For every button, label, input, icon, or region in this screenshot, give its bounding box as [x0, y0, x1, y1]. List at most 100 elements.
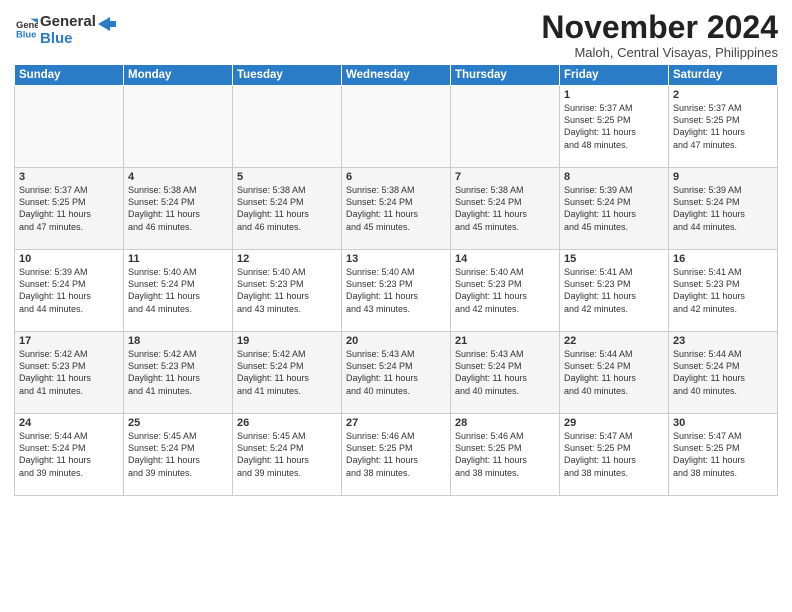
calendar-cell: 13Sunrise: 5:40 AM Sunset: 5:23 PM Dayli…	[342, 250, 451, 332]
calendar-week-5: 24Sunrise: 5:44 AM Sunset: 5:24 PM Dayli…	[15, 414, 778, 496]
calendar-cell	[124, 86, 233, 168]
day-number: 17	[19, 335, 119, 347]
calendar-cell: 11Sunrise: 5:40 AM Sunset: 5:24 PM Dayli…	[124, 250, 233, 332]
day-number: 21	[455, 335, 555, 347]
calendar-cell: 8Sunrise: 5:39 AM Sunset: 5:24 PM Daylig…	[560, 168, 669, 250]
calendar-cell: 2Sunrise: 5:37 AM Sunset: 5:25 PM Daylig…	[669, 86, 778, 168]
col-sunday: Sunday	[15, 65, 124, 86]
day-number: 14	[455, 253, 555, 265]
day-info: Sunrise: 5:38 AM Sunset: 5:24 PM Dayligh…	[128, 184, 228, 233]
calendar-cell: 22Sunrise: 5:44 AM Sunset: 5:24 PM Dayli…	[560, 332, 669, 414]
day-info: Sunrise: 5:38 AM Sunset: 5:24 PM Dayligh…	[346, 184, 446, 233]
location: Maloh, Central Visayas, Philippines	[541, 45, 778, 60]
calendar-cell: 20Sunrise: 5:43 AM Sunset: 5:24 PM Dayli…	[342, 332, 451, 414]
day-info: Sunrise: 5:39 AM Sunset: 5:24 PM Dayligh…	[19, 266, 119, 315]
day-number: 18	[128, 335, 228, 347]
day-info: Sunrise: 5:43 AM Sunset: 5:24 PM Dayligh…	[346, 348, 446, 397]
day-info: Sunrise: 5:42 AM Sunset: 5:24 PM Dayligh…	[237, 348, 337, 397]
day-info: Sunrise: 5:45 AM Sunset: 5:24 PM Dayligh…	[128, 430, 228, 479]
header-row: Sunday Monday Tuesday Wednesday Thursday…	[15, 65, 778, 86]
day-info: Sunrise: 5:44 AM Sunset: 5:24 PM Dayligh…	[19, 430, 119, 479]
day-number: 12	[237, 253, 337, 265]
calendar-cell: 10Sunrise: 5:39 AM Sunset: 5:24 PM Dayli…	[15, 250, 124, 332]
day-info: Sunrise: 5:39 AM Sunset: 5:24 PM Dayligh…	[564, 184, 664, 233]
calendar-cell: 30Sunrise: 5:47 AM Sunset: 5:25 PM Dayli…	[669, 414, 778, 496]
calendar-body: 1Sunrise: 5:37 AM Sunset: 5:25 PM Daylig…	[15, 86, 778, 496]
day-number: 7	[455, 171, 555, 183]
day-info: Sunrise: 5:44 AM Sunset: 5:24 PM Dayligh…	[564, 348, 664, 397]
calendar-cell: 24Sunrise: 5:44 AM Sunset: 5:24 PM Dayli…	[15, 414, 124, 496]
day-info: Sunrise: 5:42 AM Sunset: 5:23 PM Dayligh…	[128, 348, 228, 397]
day-info: Sunrise: 5:38 AM Sunset: 5:24 PM Dayligh…	[237, 184, 337, 233]
month-title: November 2024	[541, 10, 778, 45]
day-info: Sunrise: 5:47 AM Sunset: 5:25 PM Dayligh…	[564, 430, 664, 479]
calendar-header: Sunday Monday Tuesday Wednesday Thursday…	[15, 65, 778, 86]
col-thursday: Thursday	[451, 65, 560, 86]
calendar-cell: 15Sunrise: 5:41 AM Sunset: 5:23 PM Dayli…	[560, 250, 669, 332]
day-number: 9	[673, 171, 773, 183]
calendar-week-2: 3Sunrise: 5:37 AM Sunset: 5:25 PM Daylig…	[15, 168, 778, 250]
calendar-cell	[233, 86, 342, 168]
calendar-cell: 18Sunrise: 5:42 AM Sunset: 5:23 PM Dayli…	[124, 332, 233, 414]
calendar-cell: 6Sunrise: 5:38 AM Sunset: 5:24 PM Daylig…	[342, 168, 451, 250]
calendar-cell: 26Sunrise: 5:45 AM Sunset: 5:24 PM Dayli…	[233, 414, 342, 496]
calendar-cell: 1Sunrise: 5:37 AM Sunset: 5:25 PM Daylig…	[560, 86, 669, 168]
day-info: Sunrise: 5:37 AM Sunset: 5:25 PM Dayligh…	[19, 184, 119, 233]
calendar-cell: 14Sunrise: 5:40 AM Sunset: 5:23 PM Dayli…	[451, 250, 560, 332]
col-tuesday: Tuesday	[233, 65, 342, 86]
calendar-cell: 25Sunrise: 5:45 AM Sunset: 5:24 PM Dayli…	[124, 414, 233, 496]
calendar-cell: 29Sunrise: 5:47 AM Sunset: 5:25 PM Dayli…	[560, 414, 669, 496]
day-info: Sunrise: 5:39 AM Sunset: 5:24 PM Dayligh…	[673, 184, 773, 233]
calendar-cell	[451, 86, 560, 168]
calendar-cell: 12Sunrise: 5:40 AM Sunset: 5:23 PM Dayli…	[233, 250, 342, 332]
day-number: 4	[128, 171, 228, 183]
col-saturday: Saturday	[669, 65, 778, 86]
day-info: Sunrise: 5:40 AM Sunset: 5:23 PM Dayligh…	[346, 266, 446, 315]
day-info: Sunrise: 5:41 AM Sunset: 5:23 PM Dayligh…	[564, 266, 664, 315]
day-info: Sunrise: 5:46 AM Sunset: 5:25 PM Dayligh…	[346, 430, 446, 479]
day-number: 1	[564, 89, 664, 101]
logo: General Blue General Blue	[14, 14, 116, 47]
calendar-cell: 27Sunrise: 5:46 AM Sunset: 5:25 PM Dayli…	[342, 414, 451, 496]
calendar-cell: 28Sunrise: 5:46 AM Sunset: 5:25 PM Dayli…	[451, 414, 560, 496]
day-number: 3	[19, 171, 119, 183]
calendar-cell: 5Sunrise: 5:38 AM Sunset: 5:24 PM Daylig…	[233, 168, 342, 250]
calendar-table: Sunday Monday Tuesday Wednesday Thursday…	[14, 64, 778, 496]
calendar-cell: 19Sunrise: 5:42 AM Sunset: 5:24 PM Dayli…	[233, 332, 342, 414]
day-number: 23	[673, 335, 773, 347]
day-number: 30	[673, 417, 773, 429]
day-info: Sunrise: 5:42 AM Sunset: 5:23 PM Dayligh…	[19, 348, 119, 397]
day-info: Sunrise: 5:46 AM Sunset: 5:25 PM Dayligh…	[455, 430, 555, 479]
day-info: Sunrise: 5:40 AM Sunset: 5:24 PM Dayligh…	[128, 266, 228, 315]
logo-general: General	[40, 13, 96, 30]
svg-text:Blue: Blue	[16, 28, 36, 39]
calendar-cell	[342, 86, 451, 168]
day-info: Sunrise: 5:45 AM Sunset: 5:24 PM Dayligh…	[237, 430, 337, 479]
day-info: Sunrise: 5:43 AM Sunset: 5:24 PM Dayligh…	[455, 348, 555, 397]
day-info: Sunrise: 5:47 AM Sunset: 5:25 PM Dayligh…	[673, 430, 773, 479]
day-number: 8	[564, 171, 664, 183]
day-info: Sunrise: 5:37 AM Sunset: 5:25 PM Dayligh…	[564, 102, 664, 151]
day-number: 25	[128, 417, 228, 429]
calendar-cell: 16Sunrise: 5:41 AM Sunset: 5:23 PM Dayli…	[669, 250, 778, 332]
col-wednesday: Wednesday	[342, 65, 451, 86]
col-friday: Friday	[560, 65, 669, 86]
day-number: 19	[237, 335, 337, 347]
day-number: 5	[237, 171, 337, 183]
day-number: 13	[346, 253, 446, 265]
calendar-week-4: 17Sunrise: 5:42 AM Sunset: 5:23 PM Dayli…	[15, 332, 778, 414]
day-number: 6	[346, 171, 446, 183]
day-info: Sunrise: 5:41 AM Sunset: 5:23 PM Dayligh…	[673, 266, 773, 315]
day-info: Sunrise: 5:40 AM Sunset: 5:23 PM Dayligh…	[455, 266, 555, 315]
calendar-week-3: 10Sunrise: 5:39 AM Sunset: 5:24 PM Dayli…	[15, 250, 778, 332]
logo-icon: General Blue	[16, 17, 38, 39]
header: General Blue General Blue November	[14, 10, 778, 60]
day-number: 28	[455, 417, 555, 429]
calendar-week-1: 1Sunrise: 5:37 AM Sunset: 5:25 PM Daylig…	[15, 86, 778, 168]
calendar-cell: 9Sunrise: 5:39 AM Sunset: 5:24 PM Daylig…	[669, 168, 778, 250]
day-number: 26	[237, 417, 337, 429]
calendar-cell: 23Sunrise: 5:44 AM Sunset: 5:24 PM Dayli…	[669, 332, 778, 414]
day-info: Sunrise: 5:40 AM Sunset: 5:23 PM Dayligh…	[237, 266, 337, 315]
calendar-cell: 3Sunrise: 5:37 AM Sunset: 5:25 PM Daylig…	[15, 168, 124, 250]
day-info: Sunrise: 5:38 AM Sunset: 5:24 PM Dayligh…	[455, 184, 555, 233]
